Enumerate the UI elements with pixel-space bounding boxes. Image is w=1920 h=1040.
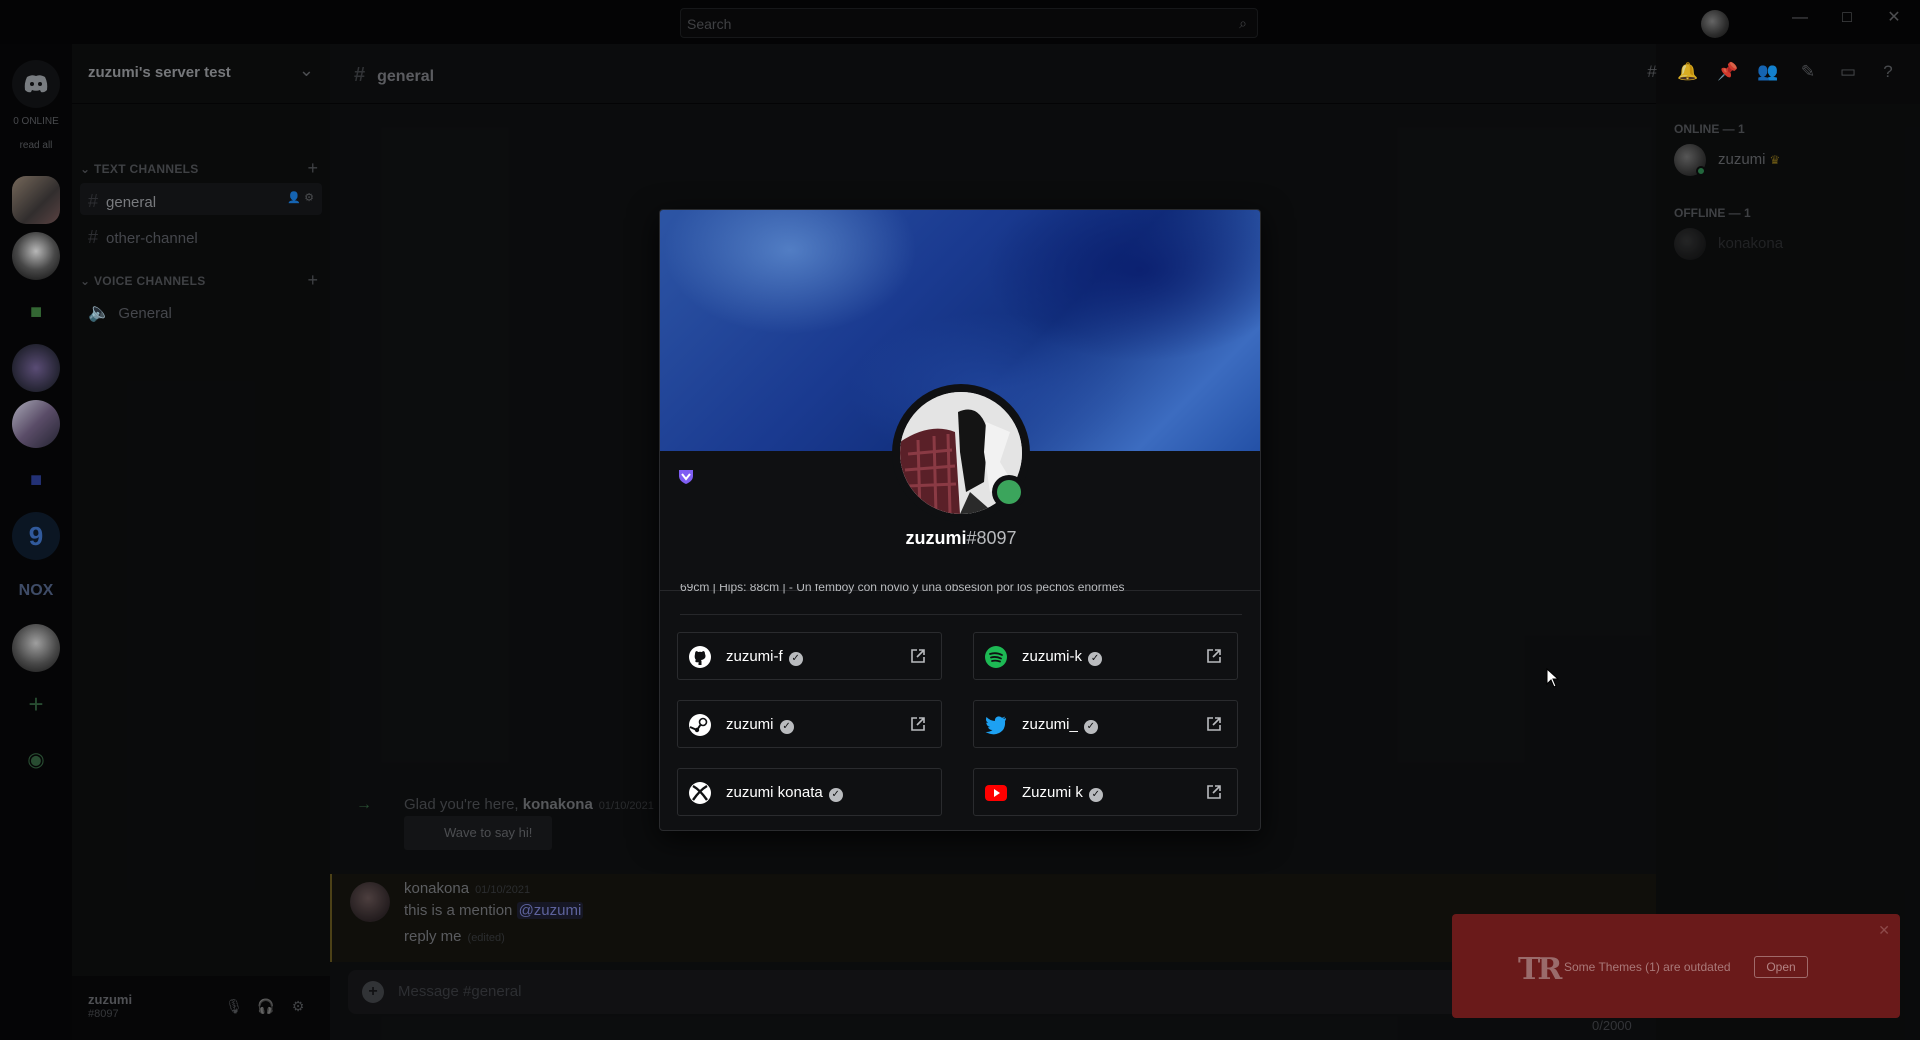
youtube-icon xyxy=(985,785,1007,801)
connection-name: zuzumi_ ✓ xyxy=(1022,716,1098,734)
verified-check-icon: ✓ xyxy=(1088,652,1103,666)
connection-name: zuzumi-k ✓ xyxy=(1022,648,1103,666)
xbox-icon xyxy=(689,782,711,804)
verified-check-icon: ✓ xyxy=(1083,720,1098,734)
connection-xbox[interactable]: zuzumi konata ✓ xyxy=(677,768,942,816)
external-link-icon[interactable] xyxy=(1205,647,1223,665)
open-themes-button[interactable]: Open xyxy=(1754,956,1808,978)
discriminator-text: #8097 xyxy=(966,528,1017,548)
connection-name-text: zuzumi xyxy=(726,716,774,733)
spotify-icon xyxy=(985,646,1007,668)
connection-name: Zuzumi k ✓ xyxy=(1022,784,1103,802)
profile-bio: 69cm | Hips: 88cm | - Un femboy con novi… xyxy=(680,584,1125,594)
steam-icon xyxy=(689,714,711,736)
connection-name: zuzumi ✓ xyxy=(726,716,794,734)
connection-twitter[interactable]: zuzumi_ ✓ xyxy=(973,700,1238,748)
user-profile-modal: zuzumi#8097 69cm | Hips: 88cm | - Un fem… xyxy=(659,209,1261,831)
verified-check-icon: ✓ xyxy=(788,652,803,666)
connection-name-text: zuzumi_ xyxy=(1022,716,1078,733)
connection-name-text: zuzumi-k xyxy=(1022,648,1083,665)
outdated-themes-toast: ✕ TR Some Themes (1) are outdated Open xyxy=(1452,914,1900,1018)
connection-name-text: Zuzumi k xyxy=(1022,784,1083,801)
profile-avatar-frame xyxy=(892,384,1030,522)
connection-github[interactable]: zuzumi-f ✓ xyxy=(677,632,942,680)
connection-name: zuzumi-f ✓ xyxy=(726,648,803,666)
toast-message: Some Themes (1) are outdated xyxy=(1564,960,1731,974)
external-link-icon[interactable] xyxy=(909,647,927,665)
twitter-icon xyxy=(985,716,1006,735)
verified-check-icon: ✓ xyxy=(779,720,794,734)
verified-check-icon: ✓ xyxy=(828,788,843,802)
theme-repo-logo: TR xyxy=(1518,952,1562,987)
connection-spotify[interactable]: zuzumi-k ✓ xyxy=(973,632,1238,680)
verified-check-icon: ✓ xyxy=(1088,788,1103,802)
connection-name-text: zuzumi-f xyxy=(726,648,783,665)
mouse-cursor-icon xyxy=(1546,668,1560,688)
profile-username: zuzumi#8097 xyxy=(660,528,1260,549)
connection-name-text: zuzumi konata xyxy=(726,784,823,801)
connection-youtube[interactable]: Zuzumi k ✓ xyxy=(973,768,1238,816)
github-icon xyxy=(689,646,711,668)
close-toast-button[interactable]: ✕ xyxy=(1878,922,1890,939)
external-link-icon[interactable] xyxy=(909,715,927,733)
hypesquad-badge-icon[interactable] xyxy=(677,467,695,485)
connection-steam[interactable]: zuzumi ✓ xyxy=(677,700,942,748)
connection-name: zuzumi konata ✓ xyxy=(726,784,843,802)
online-status-indicator xyxy=(992,475,1026,509)
external-link-icon[interactable] xyxy=(1205,783,1223,801)
external-link-icon[interactable] xyxy=(1205,715,1223,733)
section-divider xyxy=(680,614,1242,615)
discord-window: Search ⌕ — □ ✕ 0 ONLINE read all ■ ■ 9 N… xyxy=(0,0,1920,1040)
username-text: zuzumi xyxy=(905,528,967,548)
